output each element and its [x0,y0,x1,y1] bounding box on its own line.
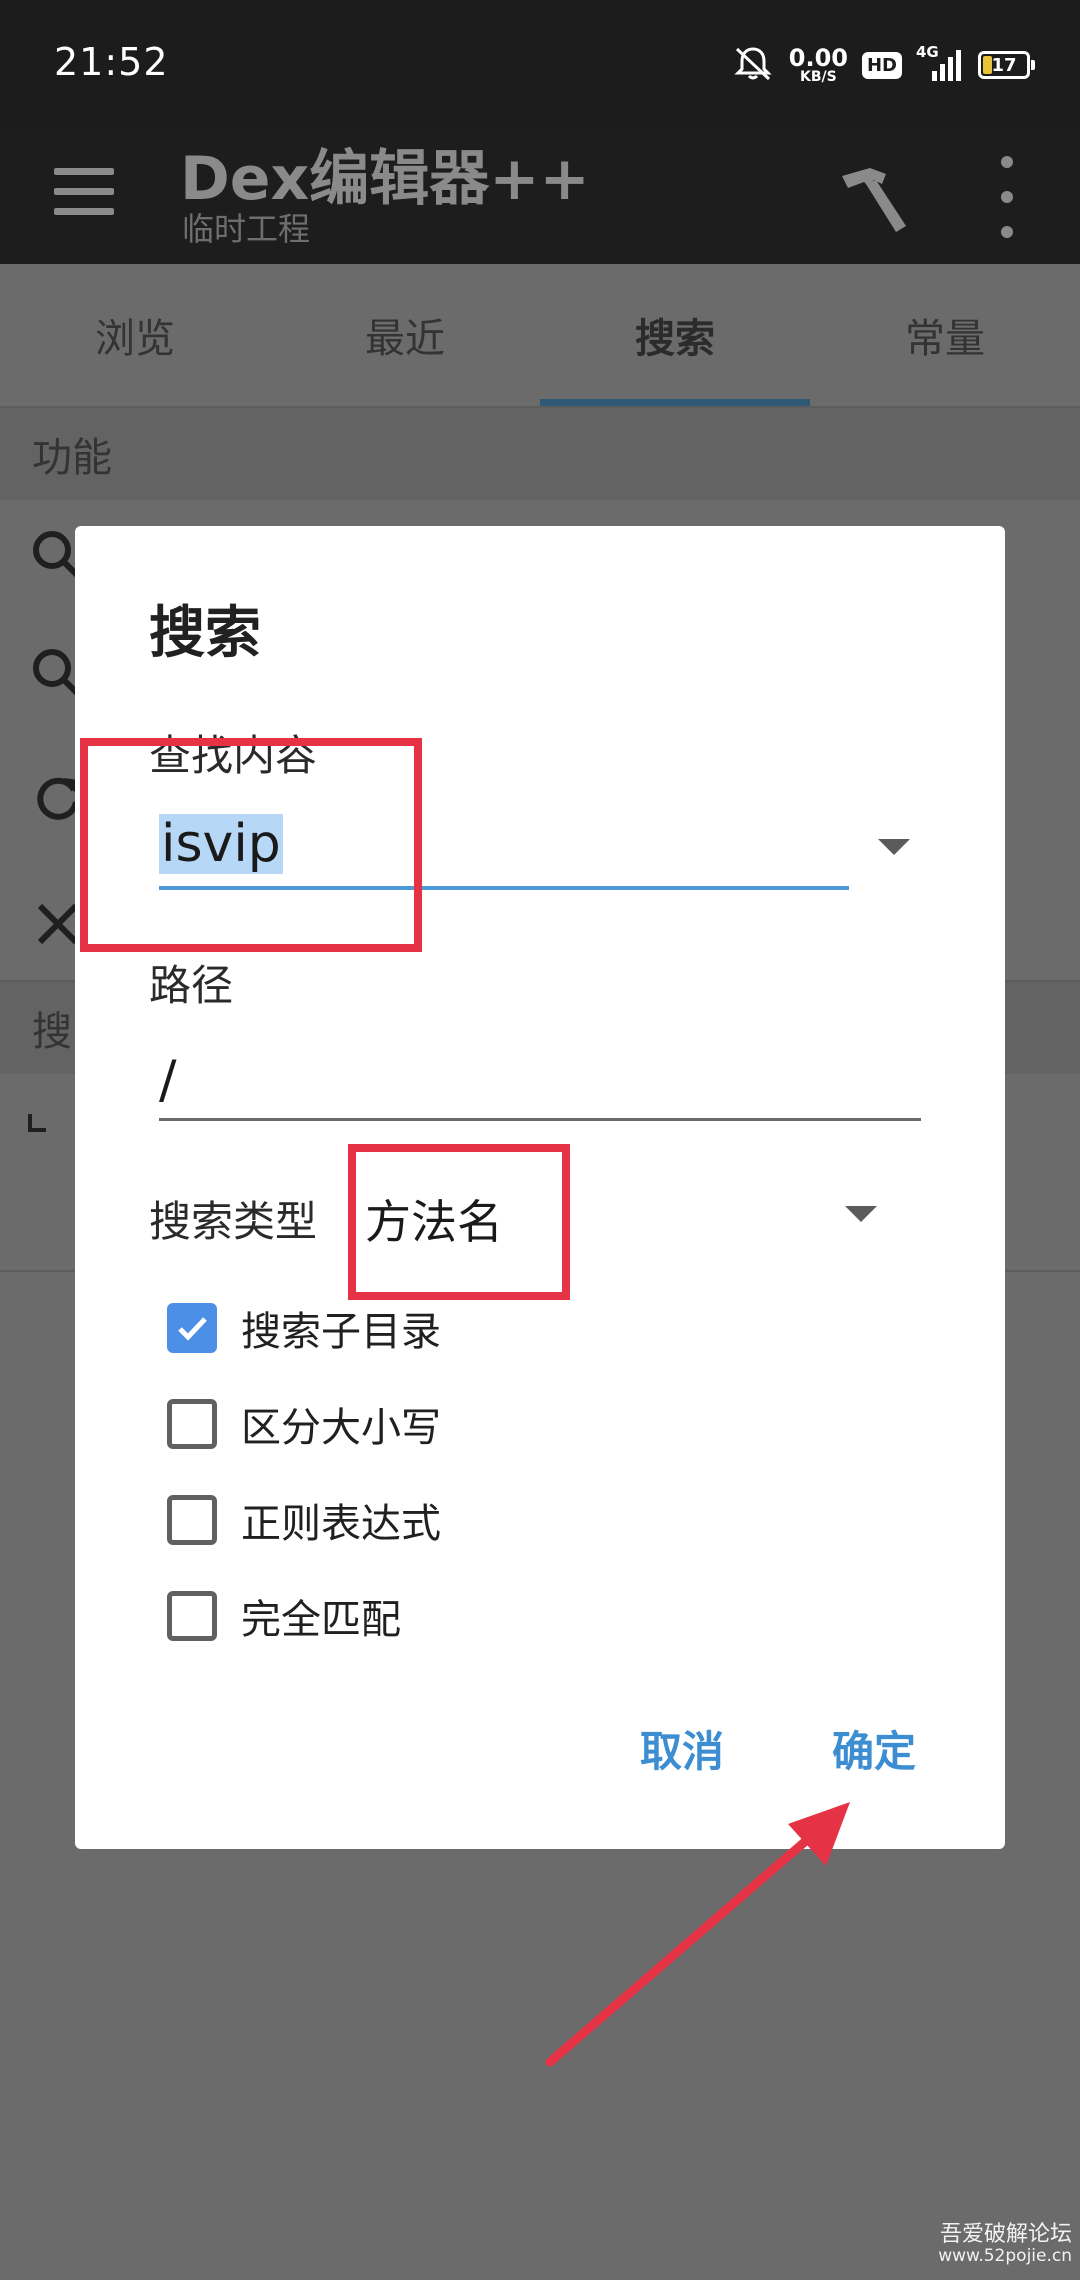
status-icons: 0.00 KB/S HD 4G 17 [731,42,1035,88]
speed-value: 0.00 [788,44,848,72]
status-bar: 21:52 0.00 KB/S HD 4G 17 [0,0,1080,130]
path-input[interactable]: / [159,1050,177,1110]
signal-icon: 4G [916,43,964,83]
checkbox-checked[interactable] [167,1303,217,1353]
network-type: 4G [916,43,939,61]
option-regex[interactable]: 正则表达式 [167,1490,441,1550]
status-time: 21:52 [54,40,169,84]
tab-bar: 浏览 最近 搜索 常量 [0,264,1080,406]
network-speed: 0.00 KB/S [789,46,848,84]
section-header-functions: 功能 [0,408,1080,500]
menu-icon[interactable] [54,168,114,224]
speed-unit: KB/S [800,69,837,85]
annotation-box-find [80,738,422,952]
watermark-line1: 吾爱破解论坛 [939,2222,1072,2248]
tab-recent[interactable]: 最近 [270,264,540,406]
annotation-arrow [530,1780,880,2080]
ok-button[interactable]: 确定 [832,1718,916,1779]
overflow-icon[interactable] [996,156,1018,238]
search-type-dropdown-icon[interactable] [845,1206,877,1222]
battery-level: 17 [991,54,1017,76]
app-bar: Dex编辑器++ 临时工程 [0,130,1080,264]
option-exact-match[interactable]: 完全匹配 [167,1586,401,1646]
path-underline [159,1118,921,1121]
option-label: 区分大小写 [241,1405,441,1451]
option-label: 搜索子目录 [241,1309,441,1355]
option-label: 正则表达式 [241,1501,441,1547]
corner-mark [28,1114,46,1132]
hammer-icon[interactable] [826,154,916,244]
search-type-label: 搜索类型 [149,1197,318,1246]
option-case-sensitive[interactable]: 区分大小写 [167,1394,441,1454]
mute-icon [731,43,775,87]
dialog-title: 搜索 [149,601,261,666]
checkbox-unchecked[interactable] [167,1591,217,1641]
checkbox-unchecked[interactable] [167,1495,217,1545]
tab-search[interactable]: 搜索 [540,264,810,406]
watermark-line2: www.52pojie.cn [938,2246,1072,2267]
checkbox-unchecked[interactable] [167,1399,217,1449]
option-label: 完全匹配 [241,1597,401,1643]
path-label: 路径 [149,961,234,1010]
find-history-dropdown-icon[interactable] [878,839,910,855]
option-search-subdirectories[interactable]: 搜索子目录 [167,1298,441,1358]
app-subtitle: 临时工程 [182,210,311,248]
watermark: 吾爱破解论坛 www.52pojie.cn [938,2222,1072,2267]
tab-browse[interactable]: 浏览 [0,264,270,406]
tab-constants[interactable]: 常量 [810,264,1080,406]
hd-badge: HD [861,51,902,79]
battery-icon: 17 [978,51,1035,79]
screen: 21:52 0.00 KB/S HD 4G 17 Dex编辑器++ 临时工程 浏… [0,0,1080,2280]
annotation-box-type [348,1144,570,1300]
cancel-button[interactable]: 取消 [640,1718,724,1779]
